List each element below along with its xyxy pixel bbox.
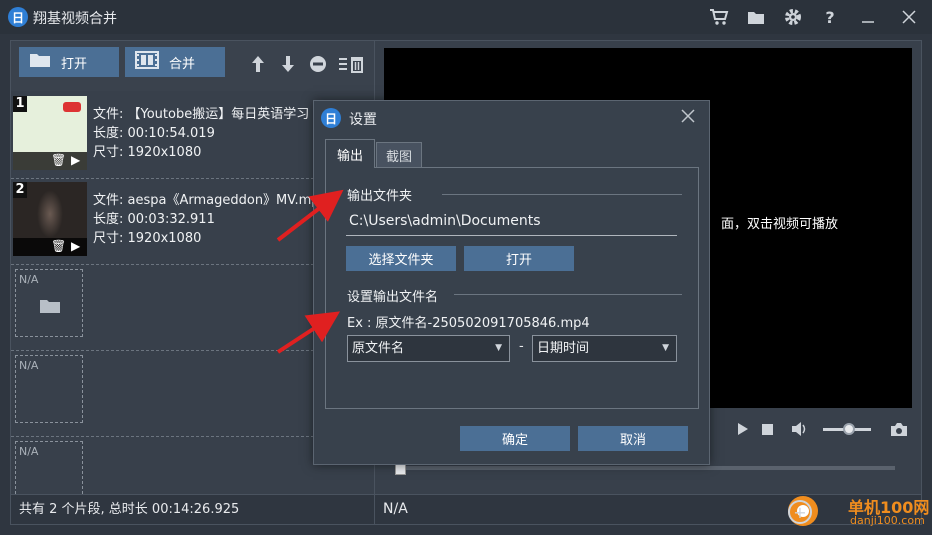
clip-size: 尺寸: 1920x1080 <box>93 231 202 246</box>
clip-thumbnail: 1 🗑 ▶ <box>13 96 87 170</box>
folder-icon <box>39 298 61 318</box>
summary-status: 共有 2 个片段, 总时长 00:14:26.925 <box>10 495 375 525</box>
clip-thumbnail: 2 🗑 ▶ <box>13 182 87 256</box>
app-logo-icon: 日 <box>8 7 28 27</box>
play-icon[interactable]: ▶ <box>71 153 80 167</box>
film-icon <box>135 51 159 73</box>
clip-file-name: 文件: 【Youtobe搬运】每日英语学习 <box>93 107 310 122</box>
empty-slot[interactable]: N/A <box>15 441 83 495</box>
stop-icon[interactable] <box>757 419 777 439</box>
empty-slot[interactable]: N/A <box>15 269 83 337</box>
move-down-icon[interactable] <box>277 53 299 75</box>
thumb-controls: 🗑 ▶ <box>13 152 87 170</box>
open-button-label: 打开 <box>61 56 88 72</box>
clip-toolbar: 打开 合并 <box>11 41 374 91</box>
name-part2-value: 日期时间 <box>537 341 590 356</box>
clear-all-icon[interactable] <box>337 53 367 75</box>
name-part1-value: 原文件名 <box>352 341 405 356</box>
youtube-logo-icon <box>63 102 81 112</box>
empty-slot-label: N/A <box>19 359 39 372</box>
merge-button[interactable]: 合并 <box>125 47 225 77</box>
open-button[interactable]: 打开 <box>19 47 119 77</box>
volume-slider-handle[interactable] <box>843 423 855 435</box>
empty-slot-label: N/A <box>19 273 39 286</box>
clip-info: 文件: 【Youtobe搬运】每日英语学习 长度: 00:10:54.019 尺… <box>93 105 309 162</box>
dialog-close-icon[interactable] <box>678 106 698 126</box>
empty-slot[interactable]: N/A <box>15 355 83 423</box>
chevron-down-icon: ▼ <box>662 343 669 353</box>
video-hint-text: 面，双击视频可播放 <box>721 217 839 232</box>
clip-index: 2 <box>13 182 27 198</box>
clip-info: 文件: aespa《Armageddon》MV.mp4 长度: 00:03:32… <box>93 191 328 248</box>
clip-index: 1 <box>13 96 27 112</box>
output-path-underline <box>346 235 677 236</box>
dialog-logo-icon: 日 <box>321 108 341 128</box>
section-divider <box>442 194 682 195</box>
filename-example: Ex : 原文件名-250502091705846.mp4 <box>347 316 590 331</box>
camera-icon[interactable] <box>889 419 909 439</box>
output-path-field[interactable]: C:\Users\admin\Documents <box>349 213 541 229</box>
trash-icon[interactable]: 🗑 <box>51 153 66 167</box>
choose-folder-button[interactable]: 选择文件夹 <box>346 246 456 271</box>
thumbnail-figure <box>37 190 63 238</box>
tab-screenshot[interactable]: 截图 <box>376 142 422 168</box>
name-separator: - <box>519 339 524 354</box>
chevron-down-icon: ▼ <box>495 343 502 353</box>
merge-button-label: 合并 <box>169 56 196 72</box>
preview-status: N/A <box>375 495 922 525</box>
clip-file-name: 文件: aespa《Armageddon》MV.mp4 <box>93 193 328 208</box>
cancel-button[interactable]: 取消 <box>578 426 688 451</box>
ok-button[interactable]: 确定 <box>460 426 570 451</box>
volume-icon[interactable] <box>790 419 810 439</box>
folder-icon[interactable] <box>744 6 768 28</box>
empty-slot-label: N/A <box>19 445 39 458</box>
help-icon[interactable]: ? <box>818 6 842 28</box>
thumb-controls: 🗑 ▶ <box>13 238 87 256</box>
filename-label: 设置输出文件名 <box>347 290 439 305</box>
gear-icon[interactable] <box>781 6 805 28</box>
section-divider <box>454 294 682 295</box>
cart-icon[interactable] <box>707 6 731 28</box>
clip-duration: 长度: 00:03:32.911 <box>93 212 215 227</box>
name-part2-select[interactable]: 日期时间 ▼ <box>532 335 677 362</box>
play-icon[interactable]: ▶ <box>71 239 80 253</box>
watermark-url: danji100.com <box>850 514 925 527</box>
timeline-track[interactable] <box>397 466 895 470</box>
dialog-title: 设置 <box>349 112 377 128</box>
trash-icon[interactable]: 🗑 <box>51 239 66 253</box>
clip-duration: 长度: 00:10:54.019 <box>93 126 215 141</box>
remove-icon[interactable] <box>307 53 329 75</box>
settings-dialog: 日 设置 输出 截图 输出文件夹 C:\Users\admin\Document… <box>313 100 710 465</box>
folder-icon <box>29 52 51 72</box>
app-title: 翔基视频合并 <box>33 11 117 27</box>
open-folder-button[interactable]: 打开 <box>464 246 574 271</box>
title-bar: 日 翔基视频合并 ? <box>0 0 932 34</box>
name-part1-select[interactable]: 原文件名 ▼ <box>347 335 510 362</box>
move-up-icon[interactable] <box>247 53 269 75</box>
minimize-icon[interactable] <box>856 6 880 28</box>
close-icon[interactable] <box>897 6 921 28</box>
play-icon[interactable] <box>733 419 753 439</box>
clip-size: 尺寸: 1920x1080 <box>93 145 202 160</box>
add-icon[interactable]: + <box>788 500 812 524</box>
output-folder-label: 输出文件夹 <box>347 189 413 204</box>
tab-output[interactable]: 输出 <box>325 139 375 168</box>
